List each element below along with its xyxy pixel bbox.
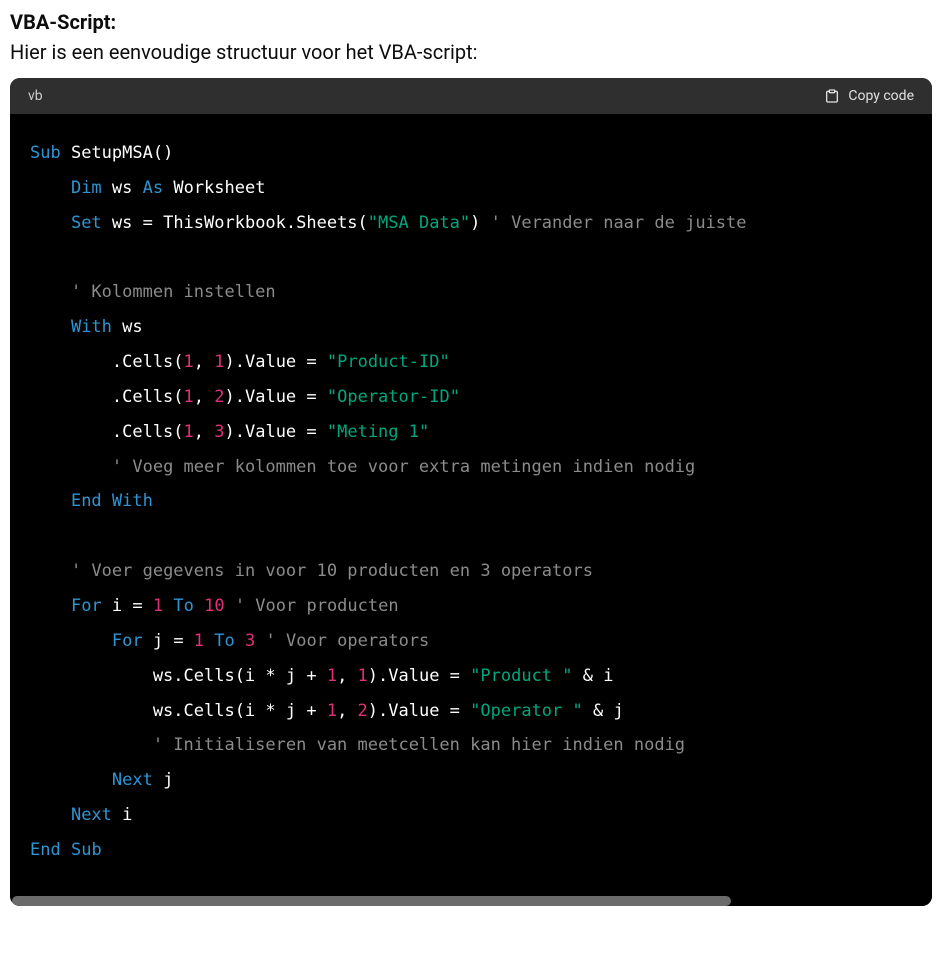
code-block: vb Copy code Sub SetupMSA() Dim ws As Wo… xyxy=(10,78,932,906)
language-label: vb xyxy=(28,88,43,104)
section-subheading: Hier is een eenvoudige structuur voor he… xyxy=(10,40,932,64)
code-content[interactable]: Sub SetupMSA() Dim ws As Worksheet Set w… xyxy=(10,114,932,896)
horizontal-scrollbar[interactable] xyxy=(10,896,932,906)
clipboard-icon xyxy=(824,88,840,104)
code-header: vb Copy code xyxy=(10,78,932,114)
copy-code-label: Copy code xyxy=(848,88,914,104)
horizontal-scrollbar-thumb[interactable] xyxy=(12,896,731,906)
copy-code-button[interactable]: Copy code xyxy=(824,88,914,104)
section-heading: VBA-Script: xyxy=(10,10,932,34)
